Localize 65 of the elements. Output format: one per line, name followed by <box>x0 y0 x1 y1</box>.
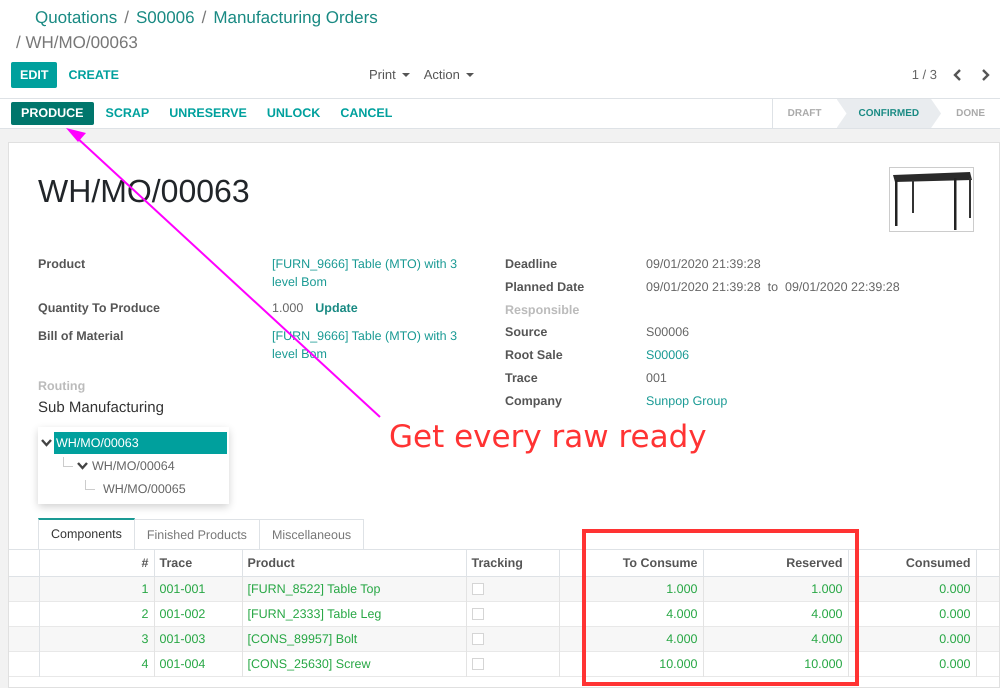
field-value: 09/01/2020 21:39:28 <box>646 256 761 273</box>
next-icon[interactable] <box>980 69 990 81</box>
checkbox[interactable] <box>472 633 484 645</box>
tab[interactable]: Miscellaneous <box>260 519 364 550</box>
dropdown-button[interactable]: Print <box>369 65 410 85</box>
breadcrumb-link[interactable]: Quotations <box>35 7 118 29</box>
chevron-down-icon[interactable] <box>77 461 88 470</box>
field-link[interactable]: Sunpop Group <box>646 392 728 410</box>
field-label: Deadline <box>505 256 558 273</box>
field-label: Source <box>505 324 548 342</box>
tree-item[interactable]: WH/MO/00064 <box>90 454 177 476</box>
button[interactable]: PRODUCE <box>11 102 94 125</box>
breadcrumb-link[interactable]: S00006 <box>136 7 195 29</box>
checkbox[interactable] <box>472 583 484 595</box>
tree-connector <box>85 480 95 490</box>
status-stage[interactable]: DONE <box>941 99 1000 128</box>
field-label: Responsible <box>505 302 580 319</box>
checkbox[interactable] <box>472 658 484 670</box>
table-cell: 10.000 <box>559 652 703 676</box>
table-cell: 0.000 <box>848 652 976 676</box>
tree-item[interactable]: WH/MO/00065 <box>101 478 188 500</box>
tree-item[interactable]: WH/MO/00063 <box>54 432 227 454</box>
button[interactable]: SCRAP <box>96 102 160 125</box>
previous-icon[interactable] <box>953 69 963 81</box>
annotation-text: Get every raw ready <box>389 418 707 456</box>
status-stage[interactable]: CONFIRMED <box>836 99 942 128</box>
field-value: Sub Manufacturing <box>38 398 165 418</box>
update-button[interactable]: Update <box>315 299 358 317</box>
field-label: Root Sale <box>505 347 564 364</box>
field-value: 09/01/2020 21:39:28 to 09/01/2020 22:39:28 <box>646 278 900 296</box>
caret-icon <box>402 72 410 78</box>
field-link[interactable]: [FURN_9666] Table (MTO) with 3 level Bom <box>272 255 462 291</box>
tab[interactable]: Components <box>38 518 135 550</box>
chevron-down-icon[interactable] <box>41 438 52 447</box>
button[interactable]: UNLOCK <box>256 102 330 125</box>
table-cell: [CONS_25630] Screw <box>242 652 466 676</box>
button[interactable]: CANCEL <box>330 102 402 125</box>
breadcrumb-separator: / <box>202 7 206 29</box>
row-number: 4 <box>39 652 154 676</box>
field-label: Bill of Material <box>38 328 124 345</box>
field-value: 001 <box>646 370 667 387</box>
field-value: S00006 <box>646 324 690 342</box>
dropdown-button[interactable]: Action <box>424 65 474 85</box>
field-label: Company <box>505 392 563 410</box>
field-link[interactable]: S00006 <box>646 346 690 364</box>
checkbox[interactable] <box>472 608 484 620</box>
field-value: 1.000 <box>272 300 304 317</box>
table-cell: 10.000 <box>703 652 848 676</box>
field-label: Trace <box>505 370 539 387</box>
caret-icon <box>466 72 474 78</box>
breadcrumb-link[interactable]: Manufacturing Orders <box>213 7 378 29</box>
field-label: Planned Date <box>505 278 586 296</box>
pager-text: 1 / 3 <box>912 66 937 84</box>
button[interactable]: UNRESERVE <box>159 102 257 125</box>
breadcrumb-current: / WH/MO/00063 <box>16 32 138 54</box>
tree-connector <box>63 456 73 466</box>
button[interactable]: EDIT <box>11 62 58 88</box>
breadcrumb-separator: / <box>124 7 129 29</box>
tab[interactable]: Finished Products <box>134 519 260 550</box>
status-stage[interactable]: DRAFT <box>772 99 837 128</box>
button[interactable]: CREATE <box>59 62 128 88</box>
field-label: Routing <box>38 378 86 395</box>
field-label: Product <box>38 256 86 273</box>
table-cell: 001-004 <box>154 652 242 676</box>
field-label: Quantity To Produce <box>38 300 161 317</box>
